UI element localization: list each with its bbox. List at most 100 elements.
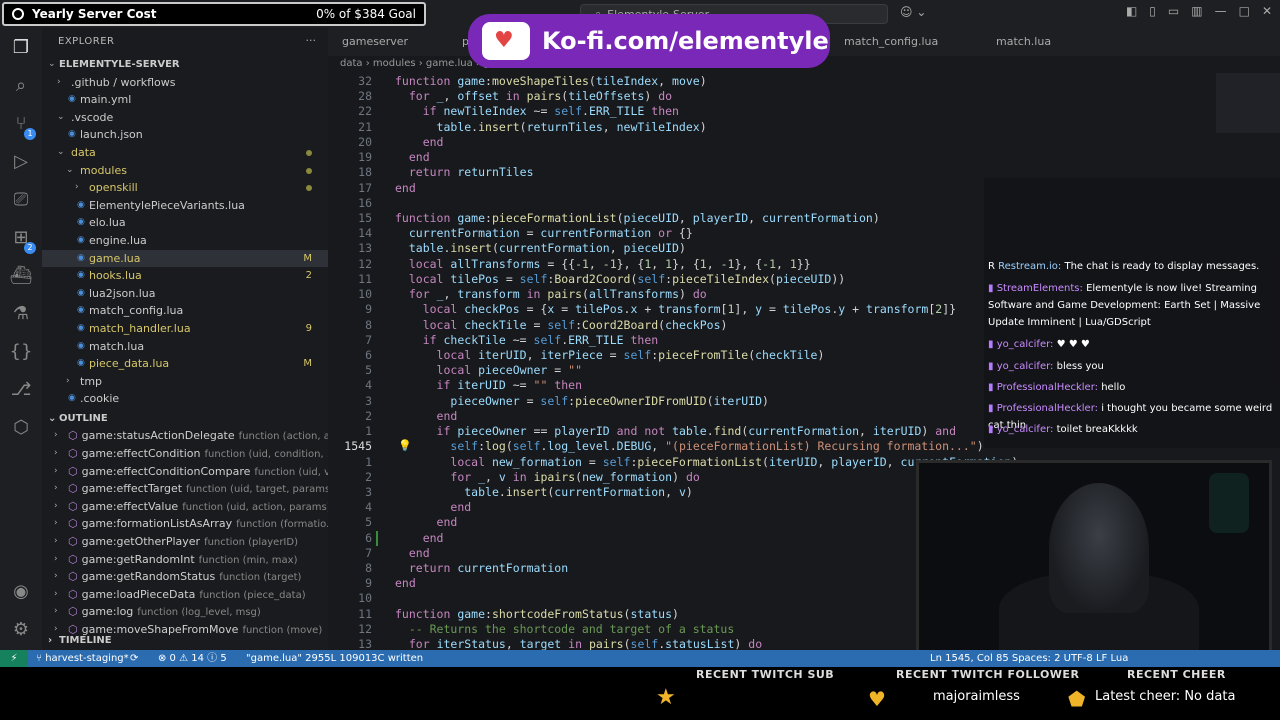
- remote-explorer-icon[interactable]: ⎚: [9, 188, 33, 212]
- code-line[interactable]: for _, v in ipairs(new_formation) do: [395, 470, 699, 484]
- more-actions-icon[interactable]: ···: [306, 34, 317, 47]
- line-number: 1545: [344, 439, 372, 454]
- code-line[interactable]: end: [395, 409, 458, 423]
- method-icon: ⬡: [68, 447, 78, 460]
- outline-item[interactable]: › ⬡ game:effectValue function (uid, action,…: [42, 498, 331, 515]
- tree-file[interactable]: ◉ launch.json: [42, 126, 328, 143]
- outline-header[interactable]: ⌄ OUTLINE: [42, 410, 328, 427]
- toggle-panel-icon[interactable]: ▭: [1168, 4, 1179, 18]
- tree-file[interactable]: ◉ match.lua: [42, 338, 328, 355]
- code-line[interactable]: end: [395, 515, 458, 529]
- explorer-icon[interactable]: ❐: [9, 36, 33, 60]
- json-icon[interactable]: {}: [9, 340, 33, 364]
- outline-item[interactable]: › ⬡ game:formationListAsArray function (for…: [42, 515, 336, 532]
- tree-file[interactable]: ◉ game.lua M: [42, 249, 328, 267]
- tree-folder[interactable]: › openskill: [42, 179, 328, 196]
- outline-item[interactable]: › ⬡ game:getRandomInt function (min, max): [42, 551, 328, 568]
- outline-item[interactable]: › ⬡ game:effectCondition function (uid, con…: [42, 445, 336, 462]
- code-line[interactable]: table.insert(returnTiles, newTileIndex): [395, 120, 707, 134]
- customize-layout-icon[interactable]: ▥: [1191, 4, 1202, 18]
- code-line[interactable]: if checkTile ~= self.ERR_TILE then: [395, 333, 658, 347]
- editor-tab[interactable]: match.lua: [996, 35, 1051, 48]
- testing-icon[interactable]: ⚗: [9, 302, 33, 326]
- tree-folder[interactable]: ⌄ data: [42, 144, 328, 161]
- code-line[interactable]: pieceOwner = self:pieceOwnerIDFromUID(it…: [395, 394, 769, 408]
- tree-folder[interactable]: ⌄ .vscode: [42, 109, 328, 126]
- git-graph-icon[interactable]: ⎇: [9, 378, 33, 402]
- toggle-sidebar-icon[interactable]: ▯: [1149, 4, 1156, 18]
- maximize-icon[interactable]: □: [1239, 4, 1250, 18]
- timeline-header[interactable]: › TIMELINE: [42, 632, 328, 649]
- cursor-position[interactable]: Ln 1545, Col 85 Spaces: 2 UTF-8 LF Lua: [930, 650, 1128, 667]
- tree-file[interactable]: ◉ ElementylePieceVariants.lua: [42, 197, 328, 214]
- tree-folder[interactable]: › .github / workflows: [42, 74, 328, 91]
- code-line[interactable]: for _, transform in pairs(allTransforms)…: [395, 287, 707, 301]
- code-line[interactable]: return currentFormation: [395, 561, 568, 575]
- code-line[interactable]: local pieceOwner = "": [395, 363, 582, 377]
- code-line[interactable]: if iterUID ~= "" then: [395, 378, 582, 392]
- tree-file[interactable]: ◉ match_config.lua: [42, 302, 328, 319]
- editor-tab[interactable]: gameserver: [342, 35, 408, 48]
- code-line[interactable]: end: [395, 150, 430, 164]
- sync-icon[interactable]: ⟳: [130, 650, 138, 667]
- code-line[interactable]: end: [395, 181, 416, 195]
- close-icon[interactable]: ✕: [1262, 4, 1272, 18]
- tree-file[interactable]: ◉ lua2json.lua: [42, 285, 328, 302]
- code-line[interactable]: function game:shortcodeFromStatus(status…: [395, 607, 679, 621]
- code-line[interactable]: if newTileIndex ~= self.ERR_TILE then: [395, 104, 679, 118]
- tree-folder[interactable]: ⌄ modules: [42, 162, 328, 179]
- explorer-root[interactable]: ⌄ ELEMENTYLE-SERVER: [42, 56, 328, 73]
- code-line[interactable]: -- Returns the shortcode and target of a…: [395, 622, 734, 636]
- account-icon[interactable]: ◉: [9, 580, 33, 604]
- code-line[interactable]: local iterUID, iterPiece = self:pieceFro…: [395, 348, 825, 362]
- outline-item[interactable]: › ⬡ game:effectConditionCompare function (u…: [42, 463, 339, 480]
- code-line[interactable]: local checkPos = {x = tilePos.x + transf…: [395, 302, 956, 316]
- minimap[interactable]: [1216, 73, 1280, 133]
- run-debug-icon[interactable]: ▷: [9, 150, 33, 174]
- code-line[interactable]: end: [395, 531, 444, 545]
- code-line[interactable]: end: [395, 546, 430, 560]
- problems-indicator[interactable]: ⊗ 0 ⚠ 14 ⓘ 5: [158, 650, 227, 667]
- editor-tab[interactable]: match_config.lua: [844, 35, 938, 48]
- cube-icon[interactable]: ⬡: [9, 416, 33, 440]
- code-line[interactable]: if pieceOwner == playerID and not table.…: [395, 424, 956, 438]
- minimize-icon[interactable]: —: [1215, 4, 1227, 18]
- layout-panel-icon[interactable]: ◧: [1126, 4, 1137, 18]
- tree-file[interactable]: ◉ engine.lua: [42, 232, 328, 249]
- outline-function-name: game:statusActionDelegate: [81, 429, 235, 443]
- tree-file[interactable]: ◉ piece_data.lua M: [42, 355, 328, 372]
- code-line[interactable]: return returnTiles: [395, 165, 534, 179]
- code-line[interactable]: local tilePos = self:Board2Coord(self:pi…: [395, 272, 845, 286]
- branch-indicator[interactable]: ⑂ harvest-staging*: [36, 650, 129, 667]
- remote-indicator[interactable]: ⚡: [0, 650, 28, 667]
- tree-folder[interactable]: › tmp: [42, 373, 328, 390]
- outline-item[interactable]: › ⬡ game:log function (log_level, msg): [42, 603, 328, 620]
- code-line[interactable]: end: [395, 500, 471, 514]
- search-icon[interactable]: ⌕: [9, 74, 33, 98]
- outline-item[interactable]: › ⬡ game:getOtherPlayer function (playerID): [42, 533, 328, 550]
- code-line[interactable]: table.insert(currentFormation, pieceUID): [395, 241, 686, 255]
- code-line[interactable]: local allTransforms = {{-1, -1}, {1, 1},…: [395, 257, 811, 271]
- settings-gear-icon[interactable]: ⚙: [9, 618, 33, 642]
- outline-item[interactable]: › ⬡ game:loadPieceData function (piece_data…: [42, 586, 328, 603]
- code-line[interactable]: end: [395, 135, 444, 149]
- tree-file[interactable]: ◉ main.yml: [42, 91, 328, 108]
- code-line[interactable]: function game:pieceFormationList(pieceUI…: [395, 211, 880, 225]
- lightbulb-icon[interactable]: 💡: [398, 439, 412, 452]
- tree-file[interactable]: ◉ .cookie: [42, 390, 328, 407]
- code-line[interactable]: end: [395, 576, 416, 590]
- tree-file[interactable]: ◉ elo.lua: [42, 214, 328, 231]
- outline-item[interactable]: › ⬡ game:statusActionDelegate function (act…: [42, 427, 339, 444]
- copilot-icon[interactable]: ☺ ⌄: [900, 5, 926, 19]
- outline-item[interactable]: › ⬡ game:effectTarget function (uid, target…: [42, 480, 334, 497]
- code-line[interactable]: function game:moveShapeTiles(tileIndex, …: [395, 74, 707, 88]
- code-line[interactable]: self:log(self.log_level.DEBUG, "(pieceFo…: [395, 439, 983, 453]
- code-line[interactable]: local checkTile = self:Coord2Board(check…: [395, 318, 728, 332]
- code-line[interactable]: table.insert(currentFormation, v): [395, 485, 693, 499]
- outline-item[interactable]: › ⬡ game:getRandomStatus function (target): [42, 568, 328, 585]
- tree-file[interactable]: ◉ hooks.lua 2: [42, 267, 328, 284]
- tree-file[interactable]: ◉ match_handler.lua 9: [42, 320, 328, 337]
- code-line[interactable]: currentFormation = currentFormation or {…: [395, 226, 693, 240]
- code-line[interactable]: for _, offset in pairs(tileOffsets) do: [395, 89, 672, 103]
- docker-icon[interactable]: ⛴: [9, 264, 33, 288]
